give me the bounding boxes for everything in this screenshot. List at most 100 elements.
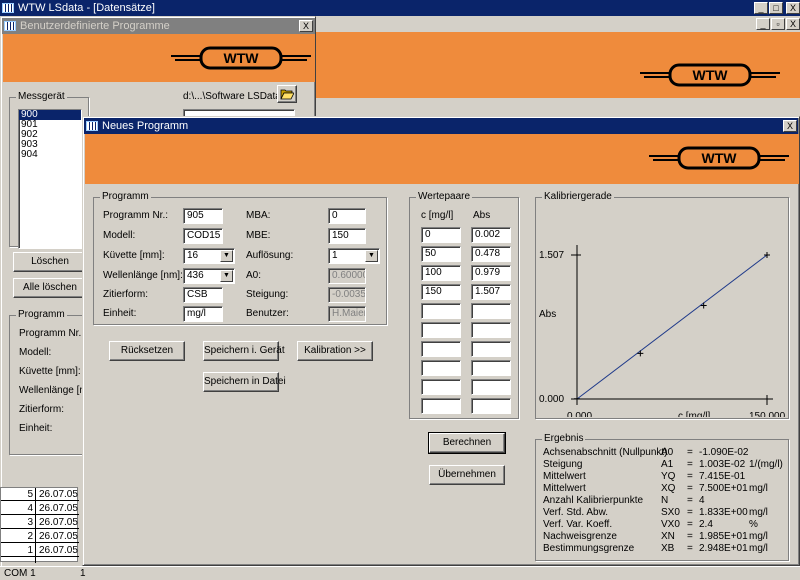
- mbe-field[interactable]: 150: [328, 228, 366, 244]
- close-button[interactable]: X: [786, 2, 800, 14]
- abs-value-field[interactable]: [471, 322, 511, 338]
- result-equals: =: [687, 483, 693, 494]
- result-value: -1.090E-02: [699, 447, 749, 458]
- c-value-field[interactable]: [421, 322, 461, 338]
- benutzer-window-title: Benutzerdefinierte Programme: [20, 20, 170, 32]
- result-value: 7.415E-01: [699, 471, 746, 482]
- abs-value-field[interactable]: [471, 379, 511, 395]
- result-symbol: N: [661, 495, 669, 506]
- kuevette-value: 16: [187, 250, 199, 261]
- statusbar: COM 1 1: [0, 566, 800, 580]
- c-value-field[interactable]: 100: [421, 265, 461, 281]
- aufloesung-value: 1: [332, 250, 338, 261]
- modell-label: Modell:: [103, 230, 136, 241]
- chevron-down-icon[interactable]: ▼: [220, 250, 233, 262]
- einheit-field[interactable]: mg/l: [183, 306, 223, 322]
- programm-nr-field[interactable]: 905: [183, 208, 223, 224]
- data-point: [637, 350, 644, 357]
- kalibration-button[interactable]: Kalibration >>: [297, 341, 373, 361]
- c-value-field[interactable]: 50: [421, 246, 461, 262]
- child-minimize-button[interactable]: _: [756, 18, 770, 30]
- programm-group-label: Programm: [16, 309, 67, 320]
- speichern-datei-button[interactable]: Speichern in Datei: [203, 372, 286, 392]
- wtw-logo: WTW: [649, 146, 789, 170]
- result-unit: 1/(mg/l): [749, 459, 783, 470]
- child-restore-button[interactable]: ▫: [771, 18, 785, 30]
- abs-value-field[interactable]: [471, 341, 511, 357]
- maximize-button[interactable]: □: [769, 2, 783, 14]
- result-name: Anzahl Kalibrierpunkte: [543, 495, 644, 506]
- child-close-button[interactable]: X: [786, 18, 800, 30]
- kalibriergerade-group-label: Kalibriergerade: [542, 191, 614, 202]
- alle-loeschen-button[interactable]: Alle löschen: [13, 278, 87, 298]
- table-row[interactable]: 5 26.07.05: [1, 488, 79, 501]
- wellenlaenge-label: Wellenlänge [nm]:: [103, 270, 183, 281]
- abs-value-field[interactable]: 0.979: [471, 265, 511, 281]
- aufloesung-select[interactable]: 1 ▼: [328, 248, 380, 264]
- table-row[interactable]: 4 26.07.05: [1, 502, 79, 515]
- c-value-field[interactable]: [421, 341, 461, 357]
- messgeraet-list[interactable]: 900 901 902 903 904: [18, 109, 82, 249]
- abs-value-field[interactable]: 0.002: [471, 227, 511, 243]
- c-value-field[interactable]: [421, 303, 461, 319]
- result-symbol: A1: [661, 459, 674, 470]
- table-row[interactable]: 3 26.07.05: [1, 516, 79, 529]
- result-name: Steigung: [543, 459, 583, 470]
- result-unit: %: [749, 519, 758, 530]
- kuevette-label: Küvette [mm]:: [103, 250, 165, 261]
- c-value-field[interactable]: [421, 398, 461, 414]
- zitierform-label: Zitierform:: [19, 404, 64, 415]
- abs-value-field[interactable]: 0.478: [471, 246, 511, 262]
- main-titlebar[interactable]: WTW LSdata - [Datensätze]: [0, 0, 800, 16]
- benutzer-titlebar[interactable]: Benutzerdefinierte Programme: [2, 18, 314, 34]
- table-row[interactable]: 1 26.07.05: [1, 544, 79, 557]
- steigung-field: -0.00358: [328, 287, 366, 303]
- a0-field: 0.60000: [328, 268, 366, 284]
- mba-field[interactable]: 0: [328, 208, 366, 224]
- neues-programm-window: Neues Programm X WTW Programm Programm N…: [82, 116, 800, 566]
- abs-value-field[interactable]: [471, 398, 511, 414]
- x-tick-label: 0.000: [567, 411, 592, 417]
- ruecksetzen-button[interactable]: Rücksetzen: [109, 341, 185, 361]
- ergebnis-group-label: Ergebnis: [542, 433, 586, 444]
- benutzer-close-button[interactable]: X: [299, 20, 313, 32]
- result-value: 2.4: [699, 519, 713, 530]
- zitierform-field[interactable]: CSB: [183, 287, 223, 303]
- c-value-field[interactable]: [421, 360, 461, 376]
- abs-value-field[interactable]: [471, 303, 511, 319]
- chevron-down-icon[interactable]: ▼: [365, 250, 378, 262]
- loeschen-button[interactable]: Löschen: [13, 252, 87, 272]
- result-unit: mg/l: [749, 507, 768, 518]
- c-value-field[interactable]: 0: [421, 227, 461, 243]
- result-symbol: SX0: [661, 507, 680, 518]
- result-equals: =: [687, 543, 693, 554]
- data-point: [574, 395, 580, 402]
- result-value: 1.833E+00: [699, 507, 748, 518]
- neues-close-button[interactable]: X: [783, 120, 797, 132]
- table-row[interactable]: 2 26.07.05: [1, 530, 79, 543]
- list-item[interactable]: 904: [19, 150, 81, 160]
- kuevette-select[interactable]: 16 ▼: [183, 248, 235, 264]
- einheit-label: Einheit:: [103, 308, 137, 319]
- abs-value-field[interactable]: 1.507: [471, 284, 511, 300]
- c-value-field[interactable]: 150: [421, 284, 461, 300]
- modell-field[interactable]: COD15: [183, 228, 223, 244]
- neues-titlebar[interactable]: Neues Programm: [84, 118, 798, 134]
- status-port: COM 1: [4, 568, 36, 579]
- c-value-field[interactable]: [421, 379, 461, 395]
- folder-button[interactable]: [277, 85, 297, 103]
- result-symbol: A0: [661, 447, 674, 458]
- chevron-down-icon[interactable]: ▼: [220, 270, 233, 282]
- speichern-geraet-button[interactable]: Speichern i. Gerät: [203, 341, 285, 361]
- result-unit: mg/l: [749, 483, 768, 494]
- result-equals: =: [687, 495, 693, 506]
- svg-text:WTW: WTW: [693, 67, 729, 83]
- uebernehmen-button[interactable]: Übernehmen: [429, 465, 505, 485]
- wellenlaenge-select[interactable]: 436 ▼: [183, 268, 235, 284]
- result-equals: =: [687, 531, 693, 542]
- berechnen-button[interactable]: Berechnen: [428, 432, 506, 454]
- mbe-label: MBE:: [246, 230, 271, 241]
- minimize-button[interactable]: _: [754, 2, 768, 14]
- regression-line: [576, 254, 768, 400]
- abs-value-field[interactable]: [471, 360, 511, 376]
